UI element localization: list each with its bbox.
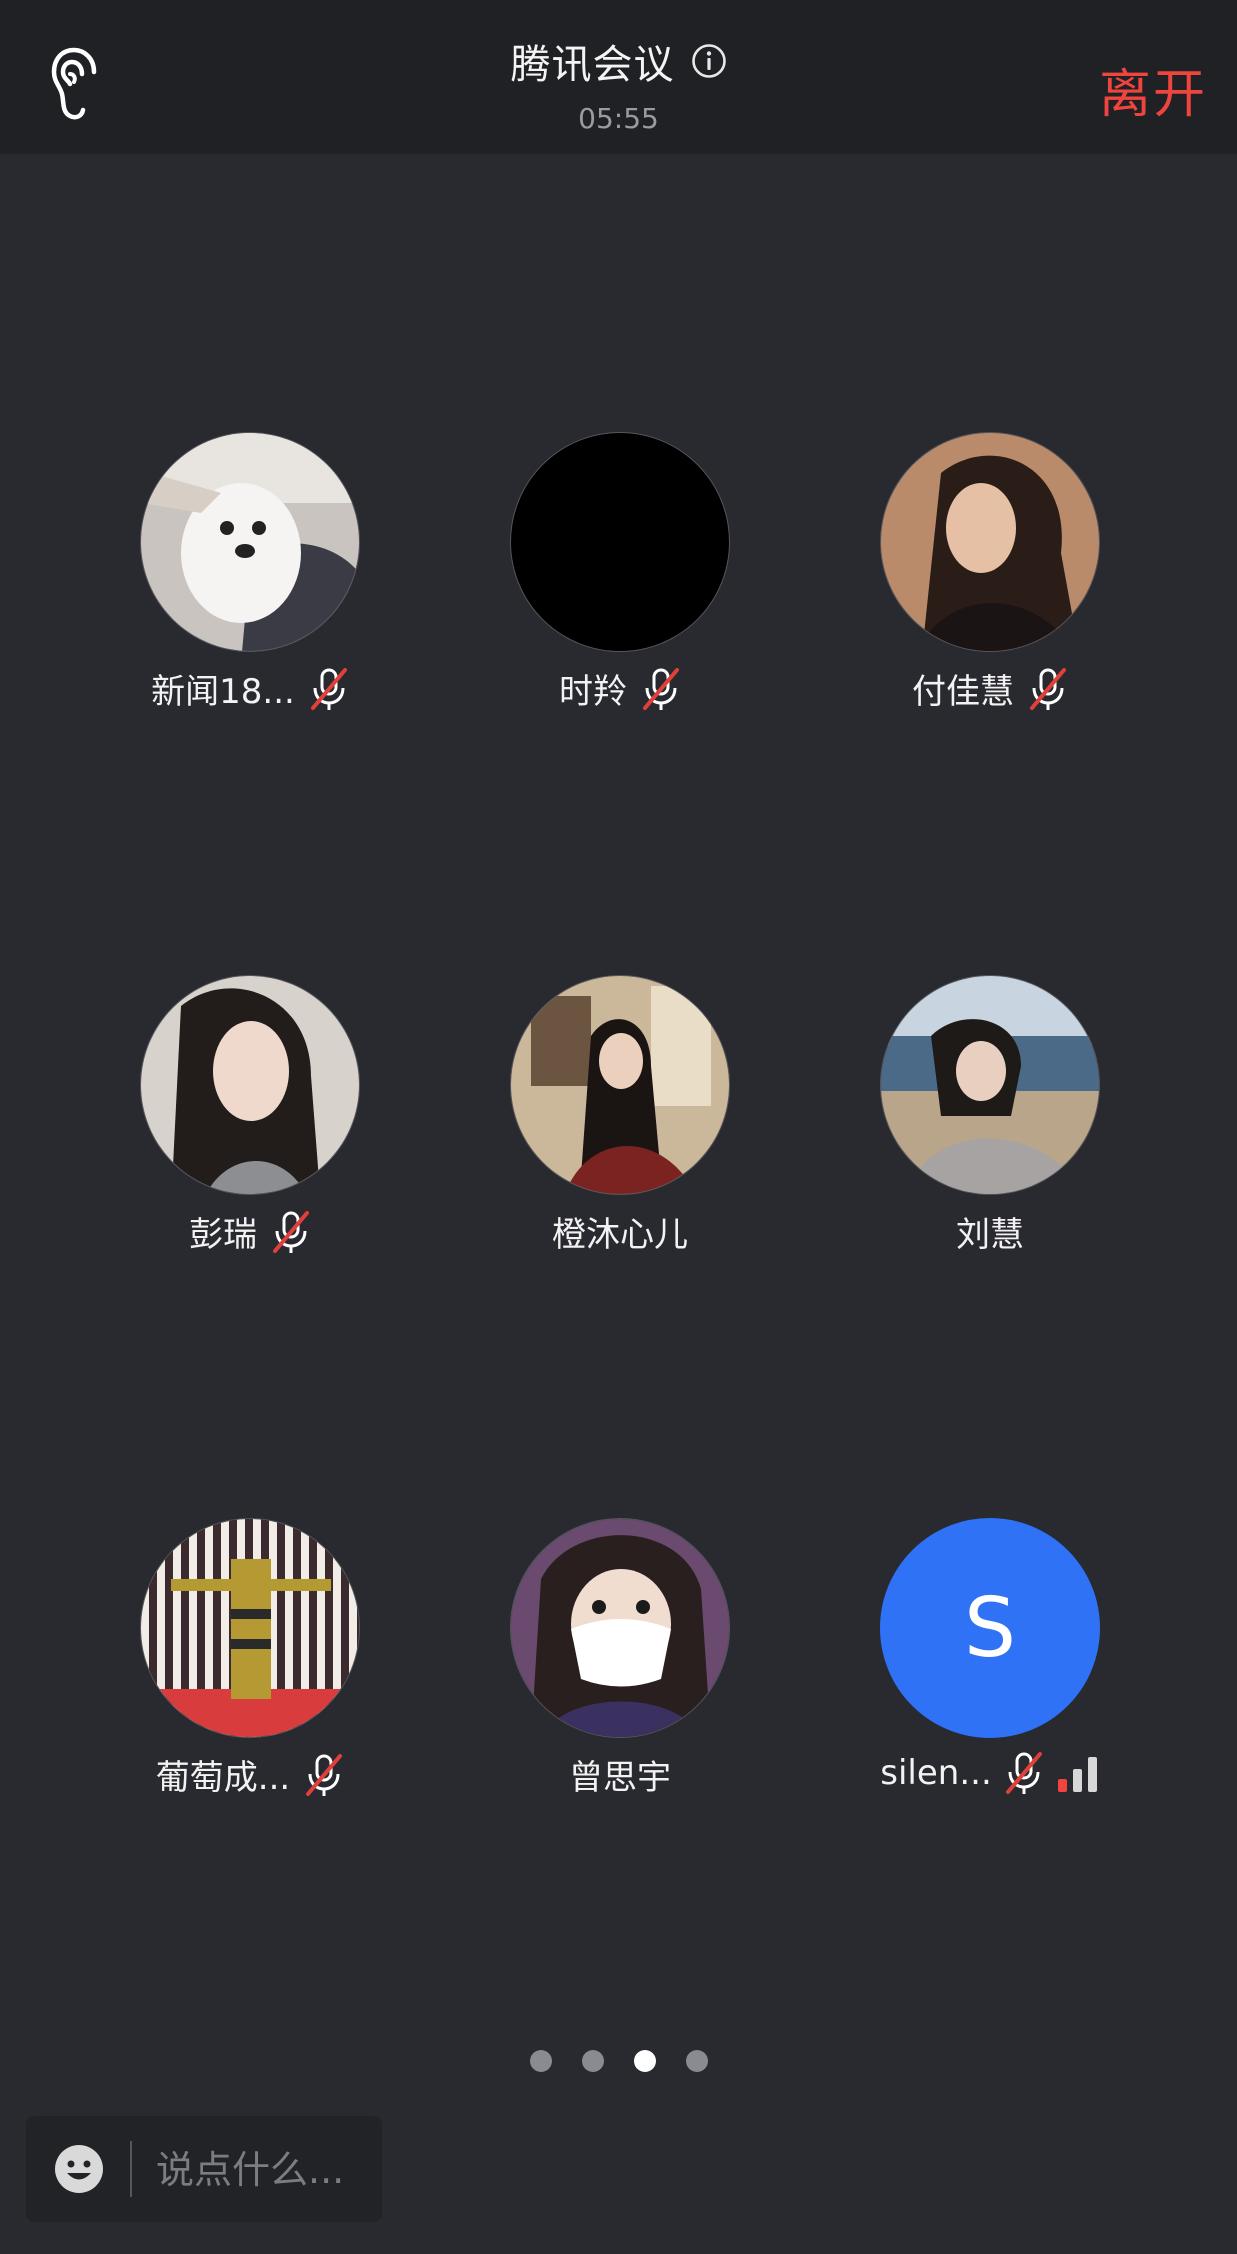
- avatar: [510, 432, 730, 652]
- page-dot[interactable]: [581, 2050, 604, 2072]
- chat-input[interactable]: [154, 2138, 378, 2202]
- page-dot[interactable]: [529, 2050, 552, 2072]
- page-indicator: [0, 2050, 1237, 2072]
- mic-muted-icon: [273, 1210, 309, 1253]
- avatar: [880, 432, 1100, 652]
- avatar: [880, 975, 1100, 1195]
- page-dot[interactable]: [685, 2050, 708, 2072]
- participant-tile[interactable]: S silen...: [805, 1518, 1175, 1818]
- signal-strength-icon: [1057, 1757, 1097, 1792]
- meeting-header: 腾讯会议 05:55: [0, 32, 1237, 135]
- participant-tile[interactable]: 时羚: [435, 432, 805, 732]
- avatar: [140, 432, 360, 652]
- participant-tile[interactable]: 葡萄成...: [65, 1518, 435, 1818]
- participant-name: 葡萄成...: [155, 1758, 291, 1798]
- meeting-title: 腾讯会议: [510, 42, 675, 88]
- avatar-letter: S: [963, 1580, 1017, 1676]
- participant-tile[interactable]: 橙沐心儿: [435, 975, 805, 1275]
- divider: [130, 2141, 132, 2197]
- avatar: [510, 1518, 730, 1738]
- participant-grid: 新闻18... 时羚 付佳慧 彭瑞 橙沐心儿 刘慧 葡萄成... 曾思宇 S s…: [0, 0, 1237, 2254]
- participant-tile[interactable]: 刘慧: [805, 975, 1175, 1275]
- participant-name: silen...: [880, 1753, 992, 1793]
- mic-muted-icon: [310, 667, 347, 710]
- participant-name: 时羚: [559, 672, 627, 712]
- participant-tile[interactable]: 曾思宇: [435, 1518, 805, 1818]
- avatar: S: [880, 1518, 1100, 1738]
- page-dot-active[interactable]: [633, 2050, 656, 2072]
- emoji-icon[interactable]: [54, 2144, 104, 2194]
- participant-tile[interactable]: 彭瑞: [65, 975, 435, 1275]
- participant-tile[interactable]: 付佳慧: [805, 432, 1175, 732]
- participant-name: 橙沐心儿: [552, 1215, 688, 1255]
- participant-name: 付佳慧: [912, 672, 1014, 712]
- avatar: [140, 975, 360, 1195]
- mic-muted-icon: [643, 667, 679, 710]
- participant-name: 曾思宇: [569, 1758, 671, 1798]
- info-icon[interactable]: [691, 43, 727, 79]
- leave-button[interactable]: 离开: [1099, 52, 1207, 127]
- participant-tile[interactable]: 新闻18...: [65, 432, 435, 732]
- mic-muted-icon: [1005, 1752, 1042, 1794]
- mic-muted-icon: [1030, 667, 1066, 710]
- avatar: [510, 975, 730, 1195]
- participant-name: 彭瑞: [189, 1215, 257, 1255]
- meeting-timer: 05:55: [578, 102, 659, 135]
- avatar: [140, 1518, 360, 1738]
- top-bar: 腾讯会议 05:55 离开: [0, 0, 1237, 154]
- mic-muted-icon: [306, 1753, 343, 1796]
- chat-bar: [26, 2116, 382, 2222]
- participant-name: 刘慧: [956, 1215, 1024, 1255]
- participant-name: 新闻18...: [151, 672, 295, 712]
